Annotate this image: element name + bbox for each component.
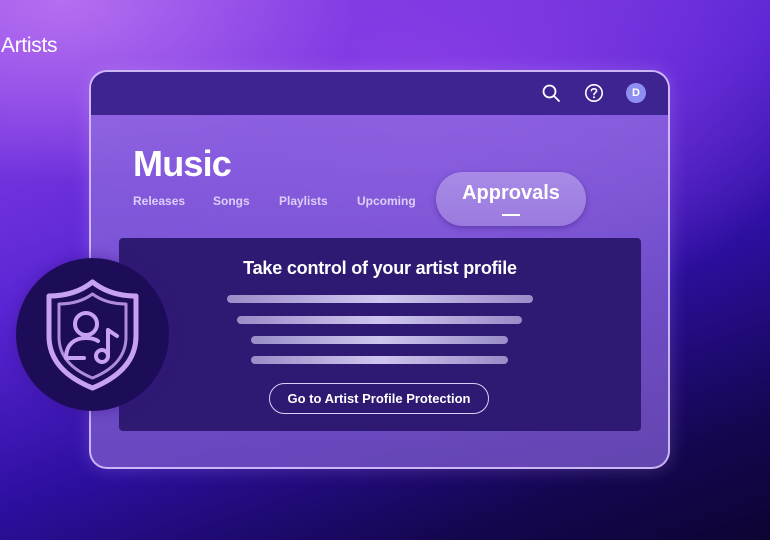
- panel-heading: Take control of your artist profile: [243, 258, 517, 278]
- placeholder-text-line: [237, 316, 522, 324]
- tab-approvals[interactable]: Approvals: [436, 172, 586, 226]
- artist-profile-protection-button[interactable]: Go to Artist Profile Protection: [269, 383, 489, 414]
- placeholder-text-line: [227, 295, 533, 303]
- placeholder-text-line: [251, 336, 508, 344]
- help-icon[interactable]: [584, 83, 604, 103]
- page-title: Music: [133, 143, 232, 184]
- active-tab-indicator: [502, 214, 520, 216]
- tab-upcoming[interactable]: Upcoming: [357, 194, 416, 208]
- tab-approvals-label: Approvals: [462, 182, 560, 204]
- avatar[interactable]: D: [626, 83, 646, 103]
- placeholder-text-line: [251, 356, 508, 364]
- shield-badge: [16, 258, 169, 411]
- brand-logo: Artists: [1, 34, 58, 57]
- tab-releases[interactable]: Releases: [133, 194, 185, 208]
- app-window: D Music Releases Songs Playlists Upcomin…: [89, 70, 670, 469]
- search-icon[interactable]: [541, 83, 561, 103]
- tab-playlists[interactable]: Playlists: [279, 194, 328, 208]
- top-bar: D: [91, 72, 668, 115]
- profile-protection-panel: Take control of your artist profile Go t…: [119, 238, 641, 431]
- tab-songs[interactable]: Songs: [213, 194, 250, 208]
